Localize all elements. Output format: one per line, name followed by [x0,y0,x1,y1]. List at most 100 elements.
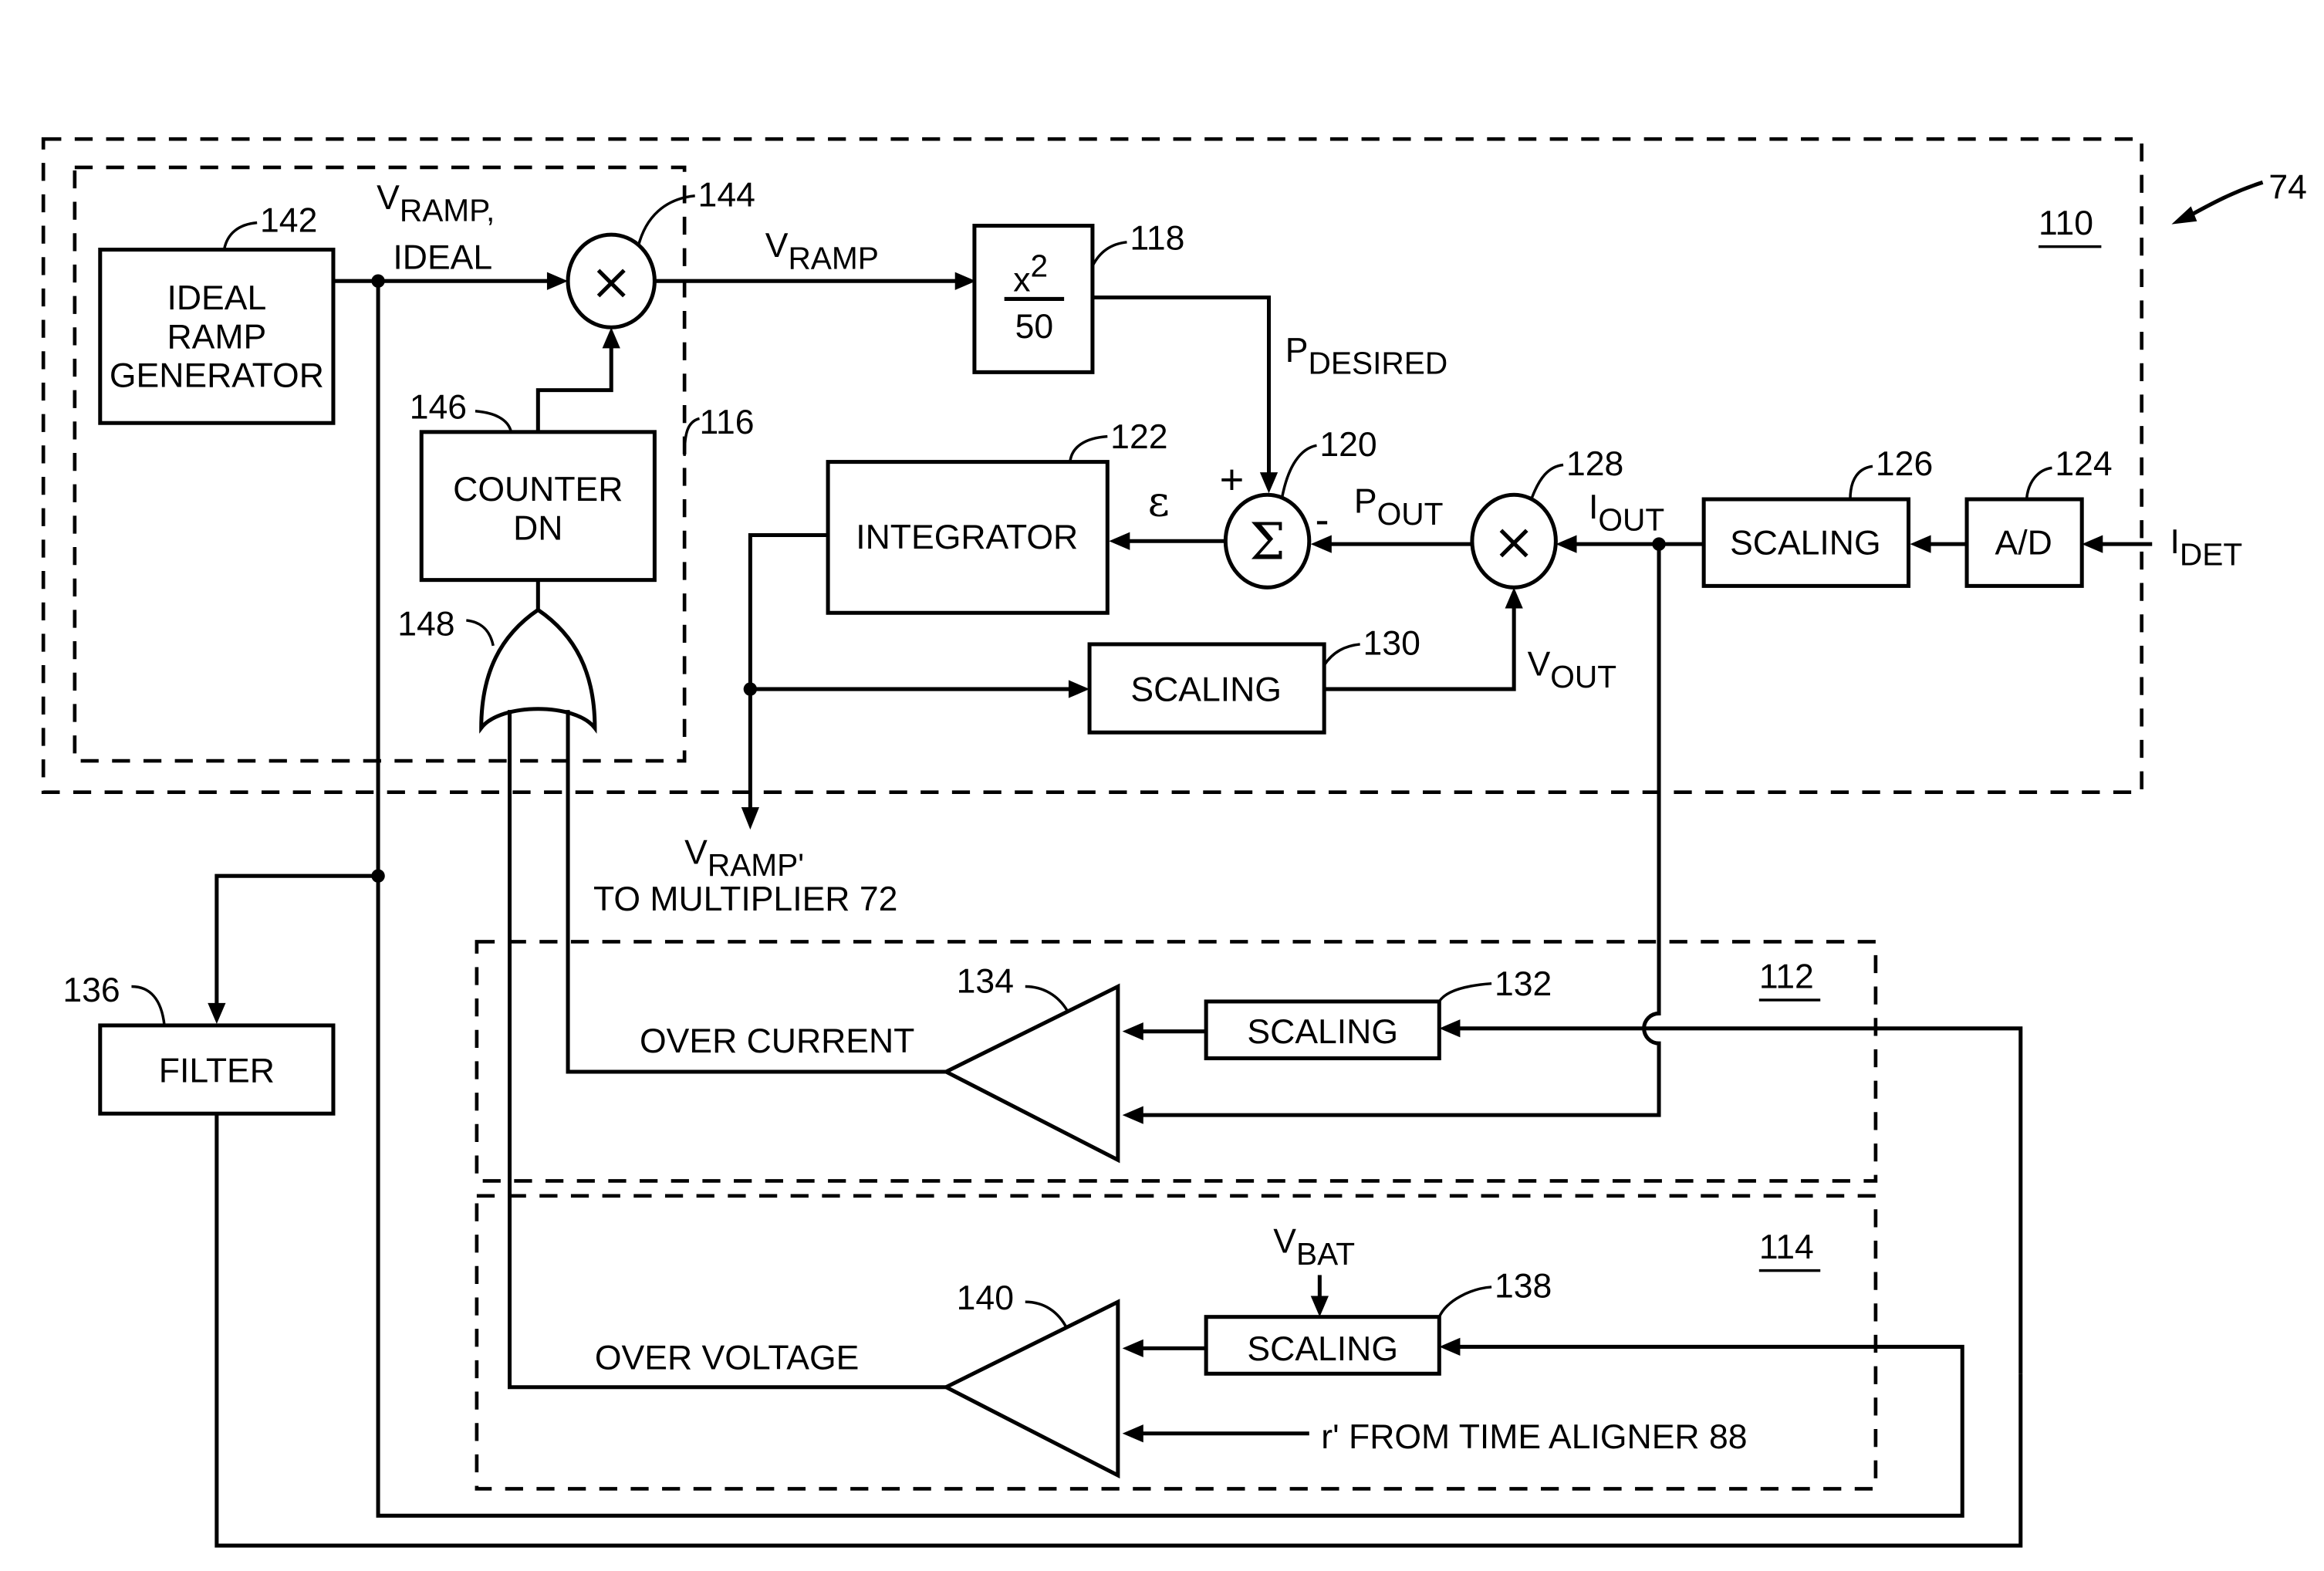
arrowhead-icon [602,327,620,349]
comparator-140 [941,1299,1120,1479]
v-ramp-label: VRAMP [765,227,879,276]
ref-132-leader [1437,981,1492,1002]
ideal-ramp-line2: RAMP [167,318,267,356]
ref-130-leader [1322,643,1360,667]
ref-118-leader [1091,241,1127,267]
ref-128-leader [1530,463,1564,498]
ref-144-leader [637,194,695,248]
over-current-label: OVER CURRENT [640,1022,914,1060]
figure-ref-arrow [2184,180,2264,221]
arrowhead-icon [208,1002,226,1024]
multiplier-144-symbol: × [590,252,633,311]
squarer-denominator: 50 [1015,308,1054,346]
i-det-label: IDET [2170,523,2242,573]
v-out-label: VOUT [1528,646,1617,695]
arrowhead-icon [1439,1019,1461,1038]
filter-label: FILTER [159,1052,275,1090]
arrowhead-icon [1505,587,1523,609]
epsilon-label: ε [1148,477,1170,525]
arrowhead-icon [1439,1337,1461,1356]
multiplier-128-symbol: × [1493,512,1535,572]
counter-dn-line1: COUNTER [453,471,623,508]
ideal-ramp-line1: IDEAL [167,279,266,317]
summer-symbol: Σ [1249,512,1285,572]
ref-126-leader [1849,465,1873,500]
arrowhead-icon [1122,1106,1143,1124]
v-ramp-ideal-line2: IDEAL [393,239,492,277]
ref-142: 142 [260,201,317,239]
v-ramp-ideal-label: VRAMP, [377,179,495,228]
ref-136: 136 [62,971,120,1009]
ref-140: 140 [957,1279,1014,1317]
ref-124-leader [2025,466,2052,500]
ref-124: 124 [2055,445,2112,483]
region-112-label: 112 [1759,958,1814,995]
region-116-leader [683,417,701,456]
wire-integrator-output [748,533,829,815]
figure-ref-74: 74 [2268,169,2307,207]
ref-126: 126 [1876,445,1933,483]
scaling-126-label: SCALING [1730,525,1881,563]
scaling-138-label: SCALING [1247,1330,1398,1368]
arrowhead-icon [1122,1339,1143,1357]
arrowhead-icon [1109,532,1130,550]
arrowhead-icon [1122,1424,1143,1443]
arrowhead-icon [546,272,569,290]
ref-120: 120 [1319,426,1376,464]
or-gate-148 [479,607,597,734]
ideal-ramp-line3: GENERATOR [110,357,324,395]
ref-120-leader [1281,444,1317,497]
ref-144: 144 [698,176,755,214]
ref-136-leader [131,985,166,1026]
summer-plus: + [1220,456,1245,502]
arrowhead-icon [1910,535,1931,553]
over-voltage-label: OVER VOLTAGE [595,1339,859,1377]
ref-146: 146 [410,388,467,426]
p-desired-label: PDESIRED [1285,332,1447,381]
region-116-label: 116 [700,404,755,441]
ref-140-leader [1025,1300,1069,1329]
arrowhead-icon [2082,535,2103,553]
arrowhead-icon [1556,535,1577,553]
ad-label: A/D [1995,525,2052,563]
ref-132: 132 [1495,965,1552,1003]
block-diagram: 110 112 114 116 74 IDEAL RAMP GENERATOR … [41,137,2307,1548]
ref-128: 128 [1566,445,1623,483]
scaling-130-label: SCALING [1130,671,1282,709]
v-bat-label: VBAT [1273,1222,1355,1272]
ref-134-leader [1025,985,1069,1012]
v-ramp-prime-label: VRAMP' [684,834,804,883]
ref-148-leader [466,619,495,647]
arrowhead-icon [1310,1296,1329,1317]
ref-118: 118 [1130,220,1184,258]
wire-to-filter [214,873,379,1009]
region-114-label: 114 [1759,1228,1814,1266]
wire-feedback-to-scaling132 [1452,1026,2023,1374]
counter-dn-line2: DN [513,509,562,547]
ref-134: 134 [957,962,1014,1000]
ref-138: 138 [1495,1267,1552,1305]
arrowhead-icon [1122,1022,1143,1041]
ref-148: 148 [397,605,454,643]
region-112-boundary [475,940,1878,1183]
comparator-134 [941,983,1120,1164]
region-110-label: 110 [2039,204,2093,242]
ref-142-leader [222,221,258,250]
summer-minus: - [1316,497,1329,543]
arrowhead-icon [1259,472,1279,494]
arrowhead-icon [741,807,759,830]
to-multiplier-72-label: TO MULTIPLIER 72 [593,880,897,918]
ref-122-leader [1069,434,1108,462]
ref-138-leader [1437,1286,1492,1318]
arrowhead-icon [1068,680,1090,698]
p-out-label: POUT [1354,482,1444,532]
integrator-label: INTEGRATOR [856,519,1078,556]
wire-counter-to-mult144 [535,340,613,432]
r-prime-label: r' FROM TIME ALIGNER 88 [1321,1418,1747,1456]
ref-130: 130 [1363,624,1420,662]
i-out-label: IOUT [1589,488,1664,538]
scaling-132-label: SCALING [1247,1013,1398,1051]
figure-ref-arrowhead-icon [2171,206,2197,225]
ref-122: 122 [1110,418,1167,456]
ref-146-leader [475,409,513,433]
